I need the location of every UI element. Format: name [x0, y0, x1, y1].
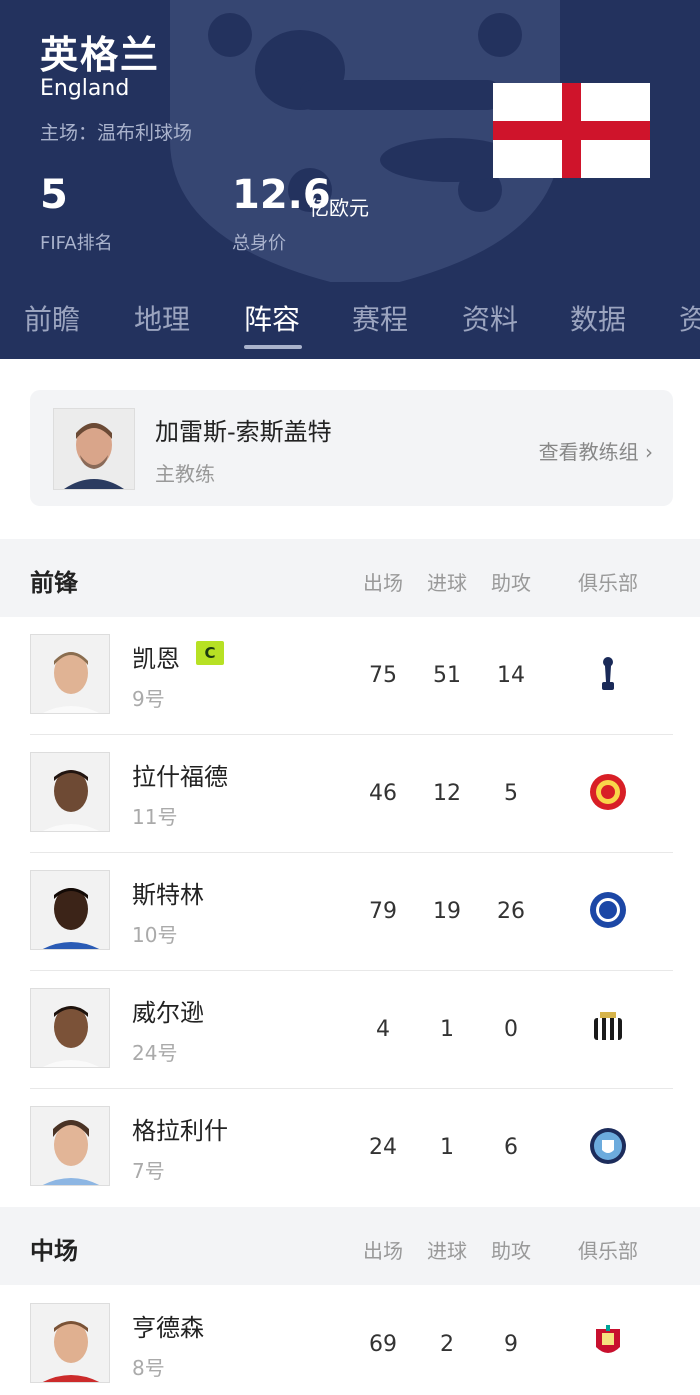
total-worth-unit: 亿欧元	[309, 196, 369, 220]
man-city-crest-icon	[590, 1128, 626, 1164]
player-goals: 2	[440, 1332, 454, 1357]
player-assists: 26	[497, 899, 525, 924]
player-number: 11号	[132, 805, 178, 829]
team-name: 英格兰	[40, 33, 161, 77]
player-avatar	[30, 870, 110, 950]
coach-name: 加雷斯-索斯盖特	[155, 418, 332, 446]
man-united-crest-icon	[590, 774, 626, 810]
tab-more[interactable]: 资	[679, 298, 700, 338]
coach-card[interactable]: 加雷斯-索斯盖特 主教练 查看教练组 ›	[30, 390, 673, 506]
captain-badge: C	[196, 641, 224, 665]
player-row[interactable]: 拉什福德 11号 46 12 5	[0, 735, 700, 853]
player-apps: 4	[376, 1017, 390, 1042]
player-number: 24号	[132, 1041, 178, 1065]
player-number: 7号	[132, 1159, 165, 1183]
player-avatar	[30, 988, 110, 1068]
col-assists: 助攻	[491, 1239, 531, 1263]
tab-geography[interactable]: 地理	[134, 298, 190, 338]
total-worth-label: 总身价	[232, 233, 286, 254]
col-goals: 进球	[427, 1239, 467, 1263]
player-avatar	[30, 752, 110, 832]
team-name-en: England	[40, 76, 130, 101]
player-assists: 0	[504, 1017, 518, 1042]
player-apps: 46	[369, 781, 397, 806]
tab-schedule[interactable]: 赛程	[352, 298, 408, 338]
team-header: 英格兰 England 主场：温布利球场 5 FIFA排名 12.6 亿欧元 总…	[0, 0, 700, 282]
player-assists: 6	[504, 1135, 518, 1160]
col-club: 俱乐部	[578, 1239, 638, 1263]
section-title: 前锋	[30, 569, 78, 597]
home-stadium: 主场：温布利球场	[40, 122, 193, 144]
liverpool-crest-icon	[596, 1325, 620, 1353]
player-name: 凯恩	[132, 645, 180, 673]
tab-squad[interactable]: 阵容	[244, 298, 300, 338]
view-coaching-staff-link[interactable]: 查看教练组 ›	[539, 436, 653, 465]
player-goals: 19	[433, 899, 461, 924]
player-goals: 12	[433, 781, 461, 806]
player-assists: 9	[504, 1332, 518, 1357]
coach-role: 主教练	[155, 462, 215, 486]
active-tab-indicator	[244, 345, 302, 349]
col-club: 俱乐部	[578, 571, 638, 595]
fifa-rank-value: 5	[40, 172, 68, 218]
player-row[interactable]: 凯恩 C 9号 75 51 14	[0, 617, 700, 735]
player-apps: 75	[369, 663, 397, 688]
player-assists: 14	[497, 663, 525, 688]
player-apps: 24	[369, 1135, 397, 1160]
player-row[interactable]: 亨德森 8号 69 2 9	[0, 1286, 700, 1395]
player-name: 拉什福德	[132, 763, 228, 791]
tottenham-crest-icon	[602, 657, 614, 690]
col-goals: 进球	[427, 571, 467, 595]
fifa-rank-label: FIFA排名	[40, 233, 113, 254]
player-avatar	[30, 634, 110, 714]
player-avatar	[30, 1106, 110, 1186]
section-header-midfield: 中场 出场 进球 助攻 俱乐部	[0, 1207, 700, 1285]
player-number: 9号	[132, 687, 165, 711]
player-assists: 5	[504, 781, 518, 806]
col-apps: 出场	[363, 1239, 403, 1263]
col-apps: 出场	[363, 571, 403, 595]
section-header-forwards: 前锋 出场 进球 助攻 俱乐部	[0, 539, 700, 617]
tab-bar: 前瞻 地理 阵容 赛程 资料 数据 资	[0, 282, 700, 359]
player-row[interactable]: 格拉利什 7号 24 1 6	[0, 1089, 700, 1207]
player-row[interactable]: 斯特林 10号 79 19 26	[0, 853, 700, 971]
player-name: 威尔逊	[132, 999, 204, 1027]
tab-preview[interactable]: 前瞻	[24, 298, 80, 338]
tab-stats[interactable]: 数据	[570, 298, 626, 338]
player-apps: 79	[369, 899, 397, 924]
newcastle-crest-icon	[594, 1012, 622, 1040]
coach-avatar	[53, 408, 135, 490]
player-apps: 69	[369, 1332, 397, 1357]
player-goals: 1	[440, 1017, 454, 1042]
player-number: 10号	[132, 923, 178, 947]
chelsea-crest-icon	[590, 892, 626, 928]
player-goals: 1	[440, 1135, 454, 1160]
player-name: 格拉利什	[132, 1117, 228, 1145]
player-name: 斯特林	[132, 881, 204, 909]
england-flag-icon	[493, 83, 650, 178]
player-number: 8号	[132, 1356, 165, 1380]
player-row[interactable]: 威尔逊 24号 4 1 0	[0, 971, 700, 1089]
tab-info[interactable]: 资料	[462, 298, 518, 338]
player-name: 亨德森	[132, 1314, 204, 1342]
section-title: 中场	[30, 1237, 78, 1265]
player-goals: 51	[433, 663, 461, 688]
col-assists: 助攻	[491, 571, 531, 595]
player-avatar	[30, 1303, 110, 1383]
